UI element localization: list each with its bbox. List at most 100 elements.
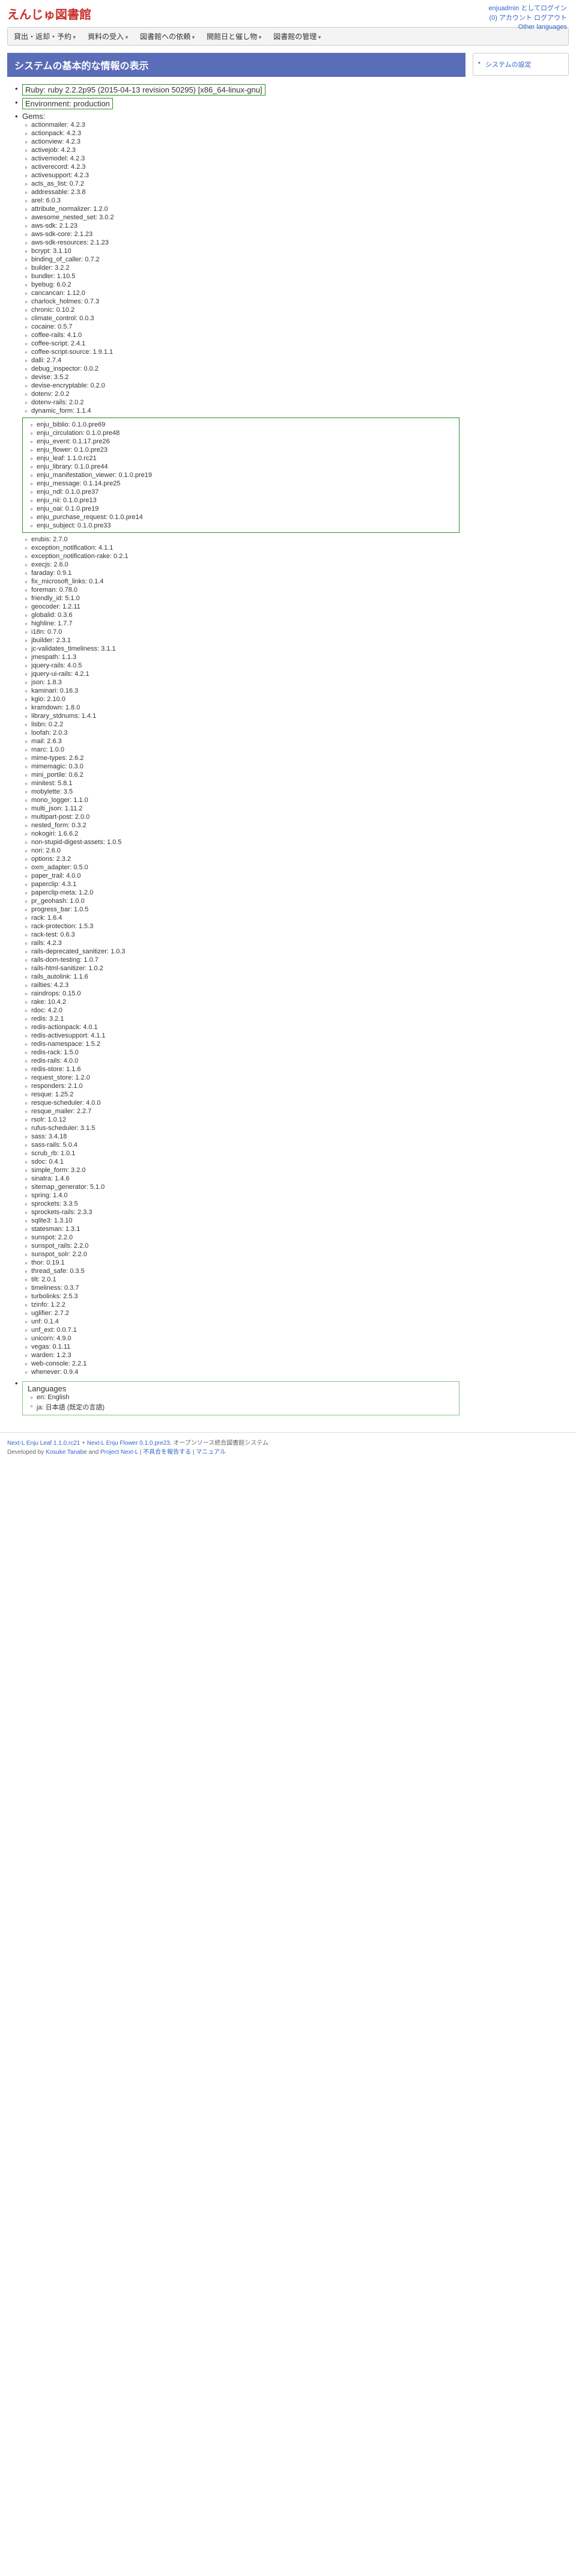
enju-gem-item: enju_flower: 0.1.0.pre23 xyxy=(37,446,454,454)
gem-item: fix_microsoft_links: 0.1.4 xyxy=(31,577,459,586)
gem-item: warden: 1.2.3 xyxy=(31,1351,459,1359)
gem-item: paperclip-meta: 1.2.0 xyxy=(31,889,459,897)
nav-loan[interactable]: 貸出・返却・予約 xyxy=(14,31,76,41)
gem-item: rack-test: 0.6.3 xyxy=(31,931,459,939)
gem-item: activejob: 4.2.3 xyxy=(31,146,459,154)
gem-item: oxm_adapter: 0.5.0 xyxy=(31,863,459,872)
gem-item: sass: 3.4.18 xyxy=(31,1132,459,1141)
gem-item: sprockets: 3.3.5 xyxy=(31,1200,459,1208)
gem-item: jc-validates_timeliness: 3.1.1 xyxy=(31,645,459,653)
gem-item: dalli: 2.7.4 xyxy=(31,356,459,365)
gem-item: actionpack: 4.2.3 xyxy=(31,129,459,138)
login-status-link[interactable]: enjuadmin としてログイン xyxy=(489,3,567,13)
account-link[interactable]: (0) アカウント ログアウト xyxy=(489,13,567,22)
nav-bar: 貸出・返却・予約 資料の受入 図書館への依頼 開館日と催し物 図書館の管理 xyxy=(7,27,569,46)
sidebar-system-settings[interactable]: システムの設定 xyxy=(485,61,532,68)
gem-item: rails_autolink: 1.1.6 xyxy=(31,973,459,981)
site-title: えんじゅ図書館 xyxy=(7,5,569,22)
gem-item: progress_bar: 1.0.5 xyxy=(31,905,459,914)
gem-item: tilt: 2.0.1 xyxy=(31,1275,459,1284)
sidebar-box: システムの設定 xyxy=(473,53,569,76)
language-item: en: English xyxy=(37,1393,454,1402)
nav-events[interactable]: 開館日と催し物 xyxy=(207,31,261,41)
enju-gem-item: enju_manifestation_viewer: 0.1.0.pre19 xyxy=(37,471,454,479)
enju-gem-item: enju_purchase_request: 0.1.0.pre14 xyxy=(37,513,454,521)
languages-box: Languages en: Englishja: 日本語 (既定の言語) xyxy=(22,1381,459,1415)
enju-gem-item: enju_leaf: 1.1.0.rc21 xyxy=(37,454,454,463)
gem-item: coffee-rails: 4.1.0 xyxy=(31,331,459,339)
gem-item: faraday: 0.9.1 xyxy=(31,569,459,577)
gem-item: unicorn: 4.9.0 xyxy=(31,1334,459,1343)
gem-item: debug_inspector: 0.0.2 xyxy=(31,365,459,373)
footer-manual-link[interactable]: マニュアル xyxy=(196,1449,226,1456)
gem-item: scrub_rb: 1.0.1 xyxy=(31,1149,459,1158)
gem-item: sass-rails: 5.0.4 xyxy=(31,1141,459,1149)
footer-flower-link[interactable]: Next-L Enju Flower 0.1.0.pre23 xyxy=(87,1440,170,1447)
footer-bug-link[interactable]: 不具合を報告する xyxy=(143,1449,191,1456)
gem-item: rails: 4.2.3 xyxy=(31,939,459,947)
page-title: システムの基本的な情報の表示 xyxy=(7,53,465,77)
gem-item: acts_as_list: 0.7.2 xyxy=(31,180,459,188)
gem-item: activesupport: 4.2.3 xyxy=(31,171,459,180)
gem-item: unf: 0.1.4 xyxy=(31,1317,459,1326)
gem-item: rsolr: 1.0.12 xyxy=(31,1116,459,1124)
gems-label: Gems: xyxy=(22,112,45,121)
nav-request[interactable]: 図書館への依頼 xyxy=(140,31,195,41)
gem-item: timeliness: 0.3.7 xyxy=(31,1284,459,1292)
gem-item: erubis: 2.7.0 xyxy=(31,535,459,544)
gem-item: aws-sdk-resources: 2.1.23 xyxy=(31,238,459,247)
gem-item: rufus-scheduler: 3.1.5 xyxy=(31,1124,459,1132)
ruby-version: Ruby: ruby 2.2.2p95 (2015-04-13 revision… xyxy=(22,84,265,96)
footer-dev1[interactable]: Kosuke Tanabe xyxy=(46,1449,87,1456)
gem-item: statesman: 1.3.1 xyxy=(31,1225,459,1233)
gem-item: multipart-post: 2.0.0 xyxy=(31,813,459,821)
enju-gem-item: enju_message: 0.1.14.pre25 xyxy=(37,479,454,488)
gem-item: redis-store: 1.1.6 xyxy=(31,1065,459,1074)
gem-item: kramdown: 1.8.0 xyxy=(31,703,459,712)
gem-item: tzinfo: 1.2.2 xyxy=(31,1301,459,1309)
gem-item: sunspot_solr: 2.2.0 xyxy=(31,1250,459,1259)
other-languages-link[interactable]: Other languages xyxy=(489,23,567,31)
gem-item: friendly_id: 5.1.0 xyxy=(31,594,459,603)
gem-item: redis: 3.2.1 xyxy=(31,1015,459,1023)
gem-item: mime-types: 2.6.2 xyxy=(31,754,459,762)
nav-admin[interactable]: 図書館の管理 xyxy=(273,31,321,41)
gem-item: byebug: 6.0.2 xyxy=(31,281,459,289)
enju-gems-box: enju_biblio: 0.1.0.pre69enju_circulation… xyxy=(22,418,459,533)
gem-item: jbuilder: 2.3.1 xyxy=(31,636,459,645)
gem-item: minitest: 5.8.1 xyxy=(31,779,459,788)
gem-item: turbolinks: 2.5.3 xyxy=(31,1292,459,1301)
languages-label: Languages xyxy=(28,1384,66,1393)
gem-item: highline: 1.7.7 xyxy=(31,619,459,628)
gem-item: pr_geohash: 1.0.0 xyxy=(31,897,459,905)
gem-item: marc: 1.0.0 xyxy=(31,746,459,754)
nav-acquisition[interactable]: 資料の受入 xyxy=(88,31,128,41)
gem-item: mini_portile: 0.6.2 xyxy=(31,771,459,779)
gem-item: rails-html-sanitizer: 1.0.2 xyxy=(31,964,459,973)
gem-item: rdoc: 4.2.0 xyxy=(31,1006,459,1015)
gem-item: raindrops: 0.15.0 xyxy=(31,989,459,998)
gem-item: json: 1.8.3 xyxy=(31,678,459,687)
gem-item: awesome_nested_set: 3.0.2 xyxy=(31,213,459,222)
gem-item: request_store: 1.2.0 xyxy=(31,1074,459,1082)
gem-item: responders: 2.1.0 xyxy=(31,1082,459,1090)
gem-item: actionview: 4.2.3 xyxy=(31,138,459,146)
footer-leaf-link[interactable]: Next-L Enju Leaf 1.1.0.rc21 xyxy=(7,1440,80,1447)
gem-item: resque-scheduler: 4.0.0 xyxy=(31,1099,459,1107)
gem-item: non-stupid-digest-assets: 1.0.5 xyxy=(31,838,459,846)
gem-item: mimemagic: 0.3.0 xyxy=(31,762,459,771)
gem-item: redis-rails: 4.0.0 xyxy=(31,1057,459,1065)
gem-item: thor: 0.19.1 xyxy=(31,1259,459,1267)
footer-dev2[interactable]: Project Next-L xyxy=(100,1449,138,1456)
gem-item: execjs: 2.6.0 xyxy=(31,560,459,569)
gem-item: redis-namespace: 1.5.2 xyxy=(31,1040,459,1048)
enju-gem-item: enju_circulation: 0.1.0.pre48 xyxy=(37,429,454,437)
gem-item: i18n: 0.7.0 xyxy=(31,628,459,636)
gem-item: arel: 6.0.3 xyxy=(31,196,459,205)
gem-item: devise-encryptable: 0.2.0 xyxy=(31,381,459,390)
gem-item: bundler: 1.10.5 xyxy=(31,272,459,281)
language-item: ja: 日本語 (既定の言語) xyxy=(37,1402,454,1412)
gem-item: rack: 1.6.4 xyxy=(31,914,459,922)
gem-item: dotenv: 2.0.2 xyxy=(31,390,459,398)
gem-item: jmespath: 1.1.3 xyxy=(31,653,459,661)
